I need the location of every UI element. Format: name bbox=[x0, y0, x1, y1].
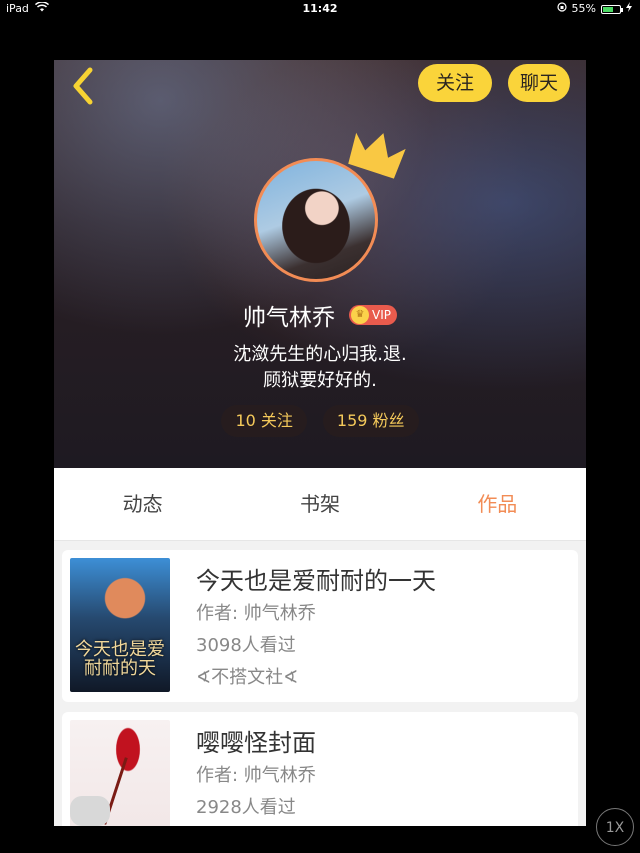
profile-screen: 关注 聊天 帅气林乔 ♛ VIP 沈潋先生的心归我.退. 顾狱要好好的. 10 … bbox=[54, 60, 586, 826]
battery-percent: 55% bbox=[571, 2, 596, 15]
tab-bookshelf[interactable]: 书架 bbox=[231, 468, 408, 540]
vip-label: VIP bbox=[372, 308, 391, 322]
book-info: 今天也是爱耐耐的一天 作者: 帅气林乔 3098人看过 ∢不搭文社∢ bbox=[196, 564, 436, 694]
profile-header: 关注 聊天 帅气林乔 ♛ VIP 沈潋先生的心归我.退. 顾狱要好好的. 10 … bbox=[54, 60, 586, 468]
vip-crown-icon: ♛ bbox=[351, 306, 369, 324]
list-item[interactable]: 嘤嘤怪封面 作者: 帅气林乔 2928人看过 bbox=[62, 712, 578, 826]
battery-icon bbox=[601, 4, 623, 14]
book-views: 3098人看过 bbox=[196, 635, 296, 656]
tab-activity[interactable]: 动态 bbox=[54, 468, 231, 540]
status-bar: iPad 11:42 55% bbox=[0, 0, 640, 18]
works-list: 今天也是爱耐耐的天 今天也是爱耐耐的一天 作者: 帅气林乔 3098人看过 ∢不… bbox=[62, 550, 578, 826]
vip-badge: ♛ VIP bbox=[349, 305, 397, 325]
charging-icon bbox=[626, 0, 632, 18]
book-author: 作者: 帅气林乔 bbox=[196, 603, 316, 624]
chevron-left-icon bbox=[73, 67, 93, 105]
chat-button[interactable]: 聊天 bbox=[508, 64, 570, 102]
book-info: 嘤嘤怪封面 作者: 帅气林乔 2928人看过 bbox=[196, 726, 316, 824]
zoom-button[interactable]: 1X bbox=[596, 808, 634, 846]
following-count[interactable]: 10 关注 bbox=[221, 405, 307, 437]
tab-works[interactable]: 作品 bbox=[409, 468, 586, 540]
book-title: 嘤嘤怪封面 bbox=[196, 729, 316, 757]
bio: 沈潋先生的心归我.退. 顾狱要好好的. bbox=[54, 342, 586, 394]
cover-title: 今天也是爱耐耐的天 bbox=[75, 639, 165, 679]
follow-button[interactable]: 关注 bbox=[418, 64, 492, 102]
book-author: 作者: 帅气林乔 bbox=[196, 765, 316, 786]
book-views: 2928人看过 bbox=[196, 797, 296, 818]
stats-row: 10 关注 159 粉丝 bbox=[54, 405, 586, 437]
username-row: 帅气林乔 ♛ VIP bbox=[54, 298, 586, 332]
profile-tabs: 动态 书架 作品 bbox=[54, 468, 586, 541]
orientation-lock-icon bbox=[556, 0, 567, 18]
book-publisher: ∢不搭文社∢ bbox=[196, 667, 299, 688]
list-item[interactable]: 今天也是爱耐耐的天 今天也是爱耐耐的一天 作者: 帅气林乔 3098人看过 ∢不… bbox=[62, 550, 578, 702]
clock: 11:42 bbox=[302, 2, 338, 15]
avatar-wrap bbox=[254, 132, 406, 288]
book-cover bbox=[70, 720, 170, 826]
username: 帅气林乔 bbox=[243, 305, 335, 331]
bio-line-2: 顾狱要好好的. bbox=[263, 370, 377, 391]
back-button[interactable] bbox=[68, 66, 100, 106]
book-title: 今天也是爱耐耐的一天 bbox=[196, 567, 436, 595]
bio-line-1: 沈潋先生的心归我.退. bbox=[233, 344, 407, 365]
book-cover: 今天也是爱耐耐的天 bbox=[70, 558, 170, 692]
followers-count[interactable]: 159 粉丝 bbox=[322, 405, 419, 437]
